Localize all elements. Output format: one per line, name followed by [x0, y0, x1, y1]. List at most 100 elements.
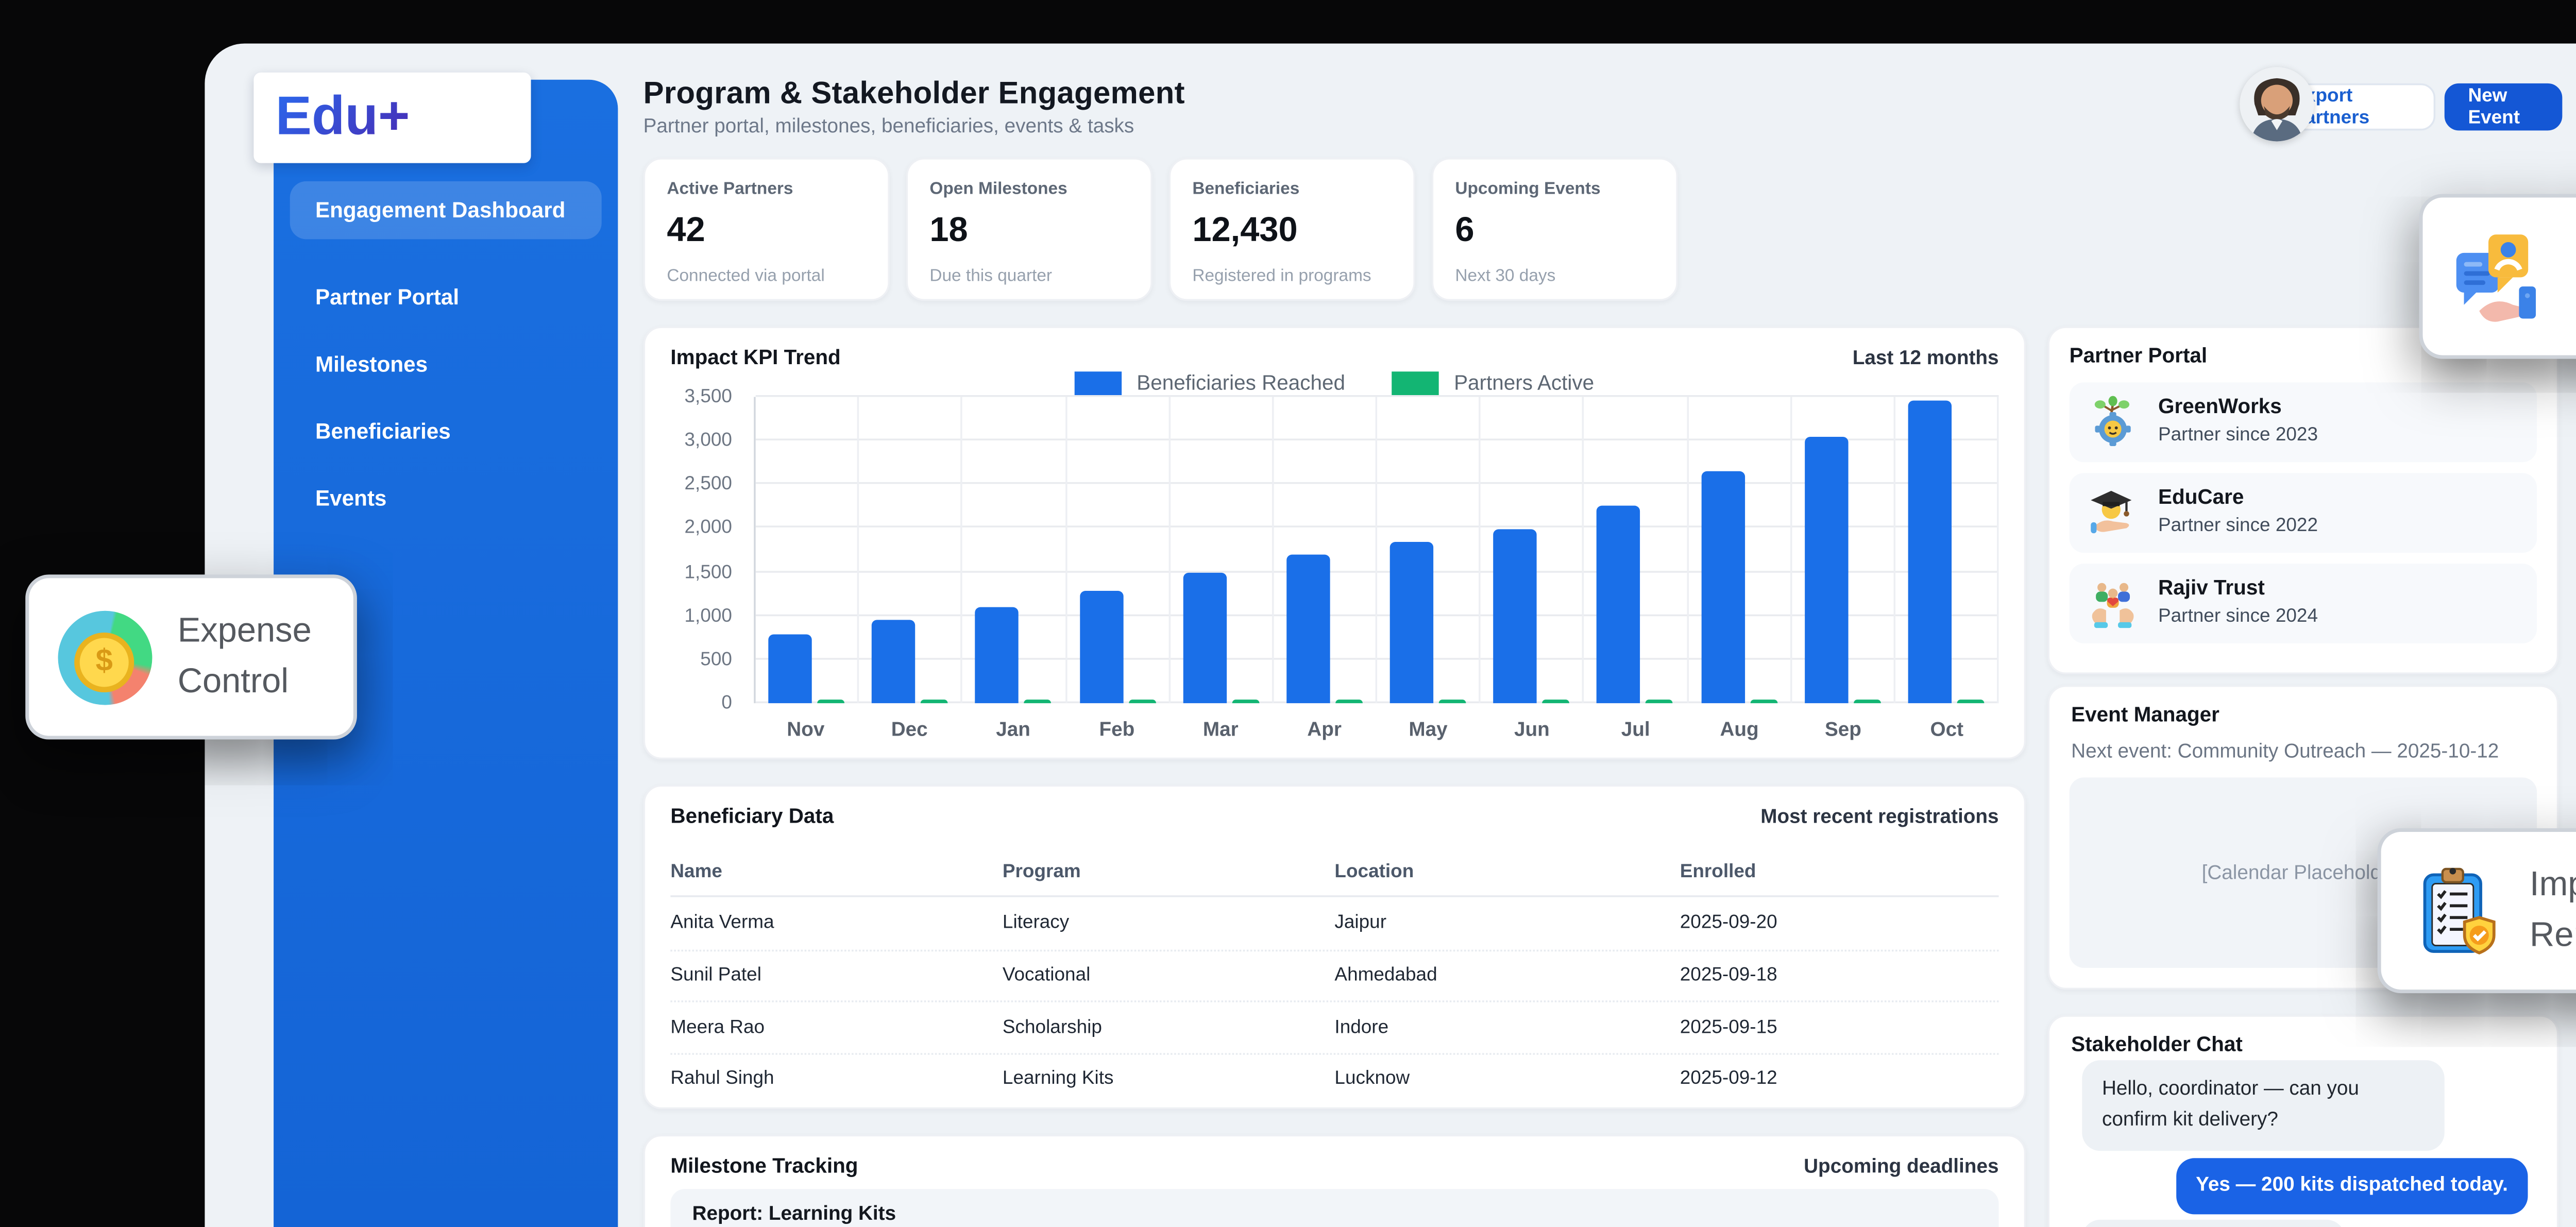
partner-row-greenworks[interactable]: GreenWorks Partner since 2023 — [2070, 382, 2537, 462]
partner-since: Partner since 2023 — [2158, 424, 2318, 449]
sidebar-item-events[interactable]: Events — [290, 469, 602, 527]
y-axis-tick: 3,500 — [685, 386, 732, 407]
kpi-label: Beneficiaries — [1192, 179, 1392, 199]
cell-location: Lucknow — [1334, 1068, 1680, 1089]
y-axis-tick: 1,500 — [685, 561, 732, 583]
bar-beneficiaries-reached — [769, 635, 812, 703]
dollar-coin-icon: $ — [74, 632, 134, 691]
bar-beneficiaries-reached — [1183, 572, 1226, 703]
cell-enrolled: 2025-09-12 — [1680, 1068, 1999, 1089]
table-title: Beneficiary Data — [670, 807, 834, 828]
partner-portal-card: Partner Portal — [2047, 326, 2558, 674]
beneficiary-table: Name Program Location Enrolled Anita Ver… — [670, 848, 1998, 1104]
sidebar-nav: Engagement Dashboard Partner Portal Mile… — [290, 181, 602, 537]
chart-title: Impact KPI Trend — [670, 348, 840, 370]
kpi-card-open-milestones: Open Milestones 18 Due this quarter — [906, 158, 1153, 301]
next-event-text: Next event: Community Outreach — 2025-10… — [2071, 741, 2535, 763]
cell-program: Literacy — [1003, 912, 1335, 934]
kpi-sub: Connected via portal — [667, 266, 866, 286]
expense-control-label: Expense Control — [178, 607, 312, 707]
milestone-name: Report: Learning Kits — [692, 1203, 1977, 1225]
cell-name: Rahul Singh — [670, 1068, 1003, 1089]
column-header: Location — [1334, 861, 1680, 882]
sidebar-item-milestones[interactable]: Milestones — [290, 335, 602, 394]
x-axis-tick: Oct — [1895, 720, 1998, 741]
bar-partners-active — [1439, 700, 1466, 703]
stakeholder-chat-card: Stakeholder Chat Hello, coordinator — ca… — [2047, 1015, 2558, 1227]
kpi-card-upcoming-events: Upcoming Events 6 Next 30 days — [1432, 158, 1678, 301]
partner-name: EduCare — [2158, 486, 2318, 515]
page-title: Program & Stakeholder Engagement — [643, 76, 1185, 112]
x-axis-tick: Aug — [1687, 720, 1791, 741]
chart-column-may — [1377, 397, 1481, 704]
expense-control-card[interactable]: $ Expense Control — [25, 574, 357, 739]
kpi-sub: Next 30 days — [1455, 266, 1654, 286]
chart-column-aug — [1688, 397, 1791, 704]
graduation-hand-icon — [2086, 486, 2140, 540]
legend-swatch-0 — [1075, 371, 1122, 395]
cell-name: Sunil Patel — [670, 965, 1003, 986]
chart-legend: Beneficiaries Reached Partners Active — [645, 371, 2024, 395]
milestone-subtitle: Upcoming deadlines — [1804, 1156, 1998, 1178]
table-row: Sunil Patel Vocational Ahmedabad 2025-09… — [670, 949, 1998, 1000]
chart-y-axis: 05001,0001,5002,0002,5003,0003,500 — [670, 397, 743, 704]
partner-list: GreenWorks Partner since 2023 — [2070, 382, 2537, 654]
x-axis-tick: Feb — [1065, 720, 1168, 741]
legend-item-partners: Partners Active — [1392, 371, 1594, 395]
cell-enrolled: 2025-09-18 — [1680, 965, 1999, 986]
chart-range-label: Last 12 months — [1853, 348, 1999, 370]
cell-enrolled: 2025-09-20 — [1680, 912, 1999, 934]
impact-reporting-card[interactable]: Impact Reporting — [2378, 828, 2576, 993]
chart-plot — [754, 397, 1998, 704]
chart-column-sep — [1792, 397, 1895, 704]
y-axis-tick: 2,500 — [685, 473, 732, 495]
milestone-item[interactable]: Report: Learning Kits Due: 2025-10-10 — [670, 1189, 1998, 1227]
kpi-value: 12,430 — [1192, 212, 1392, 252]
cell-name: Anita Verma — [670, 912, 1003, 934]
x-axis-tick: May — [1376, 720, 1480, 741]
compliance-chat-icon — [2452, 228, 2550, 326]
sidebar-item-beneficiaries[interactable]: Beneficiaries — [290, 402, 602, 461]
legend-item-beneficiaries: Beneficiaries Reached — [1075, 371, 1345, 395]
beneficiary-data-card: Beneficiary Data Most recent registratio… — [643, 785, 2026, 1109]
bar-partners-active — [921, 700, 948, 703]
sidebar-item-engagement-dashboard[interactable]: Engagement Dashboard — [290, 181, 602, 240]
bar-partners-active — [1335, 700, 1363, 703]
milestone-tracking-card: Milestone Tracking Upcoming deadlines Re… — [643, 1135, 2026, 1227]
cell-enrolled: 2025-09-15 — [1680, 1016, 1999, 1038]
legend-label: Beneficiaries Reached — [1137, 372, 1345, 394]
table-subtitle: Most recent registrations — [1760, 807, 1998, 828]
chat-bubble-outgoing: Yes — 200 kits dispatched today. — [2176, 1158, 2528, 1214]
sidebar-item-partner-portal[interactable]: Partner Portal — [290, 268, 602, 327]
chart-column-jun — [1481, 397, 1584, 704]
y-axis-tick: 1,000 — [685, 605, 732, 626]
partner-since: Partner since 2024 — [2158, 605, 2318, 630]
new-event-button[interactable]: New Event — [2445, 83, 2563, 130]
bar-beneficiaries-reached — [1494, 530, 1537, 703]
bar-partners-active — [1025, 700, 1052, 703]
bar-partners-active — [1750, 700, 1777, 703]
compliance-management-card[interactable]: Compliance Management — [2419, 194, 2576, 359]
y-axis-tick: 500 — [700, 649, 732, 670]
user-avatar[interactable] — [2240, 67, 2314, 141]
chart-columns — [756, 397, 1999, 704]
partner-name: GreenWorks — [2158, 396, 2318, 424]
bar-partners-active — [1646, 700, 1673, 703]
chat-bubble-partial — [2082, 1220, 2345, 1227]
bar-beneficiaries-reached — [1908, 401, 1952, 703]
partner-name: Rajiv Trust — [2158, 577, 2318, 605]
partner-row-rajiv-trust[interactable]: Rajiv Trust Partner since 2024 — [2070, 564, 2537, 643]
column-header: Enrolled — [1680, 861, 1999, 882]
cell-location: Indore — [1334, 1016, 1680, 1038]
x-axis-tick: Mar — [1169, 720, 1273, 741]
partner-row-educare[interactable]: EduCare Partner since 2022 — [2070, 473, 2537, 553]
table-header-row: Name Program Location Enrolled — [670, 848, 1998, 897]
chart-column-oct — [1895, 397, 1999, 704]
bar-partners-active — [1128, 700, 1156, 703]
partner-portal-title: Partner Portal — [2070, 346, 2208, 368]
table-row: Anita Verma Literacy Jaipur 2025-09-20 — [670, 897, 1998, 949]
y-axis-tick: 0 — [721, 692, 732, 714]
x-axis-tick: Apr — [1273, 720, 1376, 741]
bar-partners-active — [1232, 700, 1259, 703]
cell-program: Learning Kits — [1003, 1068, 1335, 1089]
